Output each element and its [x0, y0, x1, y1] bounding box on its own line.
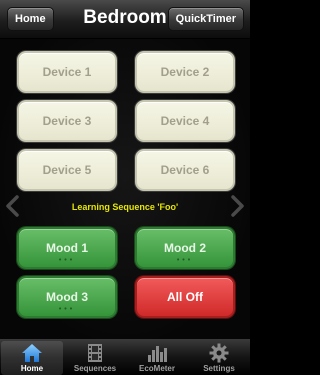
- mood-label: Mood 1: [46, 241, 88, 255]
- device-5-button[interactable]: Device 5: [17, 149, 117, 191]
- device-4-button[interactable]: Device 4: [135, 100, 235, 142]
- device-label: Device 5: [42, 163, 92, 177]
- learning-status-text: Learning Sequence 'Foo': [71, 202, 179, 212]
- device-label: Device 3: [42, 114, 92, 128]
- mood-label: Mood 2: [164, 241, 206, 255]
- mood-label: Mood 3: [46, 290, 88, 304]
- mood-1-button[interactable]: Mood 1 •••: [17, 227, 117, 269]
- mood-2-button[interactable]: Mood 2 •••: [135, 227, 235, 269]
- quicktimer-button[interactable]: QuickTimer: [167, 7, 244, 31]
- navigation-bar: Home Bedroom QuickTimer: [0, 0, 250, 39]
- device-6-button[interactable]: Device 6: [135, 149, 235, 191]
- tab-label: EcoMeter: [138, 364, 175, 373]
- indicator-dots: •••: [58, 257, 76, 264]
- device-1-button[interactable]: Device 1: [17, 51, 117, 93]
- tab-sequences[interactable]: Sequences: [64, 339, 126, 375]
- tab-ecometer[interactable]: EcoMeter: [126, 339, 188, 375]
- tab-bar: Home Sequences EcoMeter Settings: [0, 339, 250, 375]
- gear-icon: [209, 343, 229, 363]
- all-off-button[interactable]: All Off: [135, 276, 235, 318]
- indicator-dots: •••: [58, 306, 76, 313]
- tab-label: Settings: [203, 364, 235, 373]
- chevron-right-icon: [231, 195, 244, 217]
- tab-label: Home: [20, 364, 44, 373]
- all-off-label: All Off: [167, 290, 203, 304]
- device-label: Device 6: [160, 163, 210, 177]
- tab-home[interactable]: Home: [1, 341, 63, 375]
- tab-settings[interactable]: Settings: [188, 339, 250, 375]
- bar-chart-icon: [148, 346, 167, 362]
- device-3-button[interactable]: Device 3: [17, 100, 117, 142]
- tab-label: Sequences: [73, 364, 117, 373]
- film-icon: [88, 344, 102, 362]
- home-icon: [22, 344, 42, 362]
- device-2-button[interactable]: Device 2: [135, 51, 235, 93]
- next-page-arrow[interactable]: [228, 195, 246, 217]
- mood-3-button[interactable]: Mood 3 •••: [17, 276, 117, 318]
- device-label: Device 1: [42, 65, 92, 79]
- device-label: Device 2: [160, 65, 210, 79]
- device-label: Device 4: [160, 114, 210, 128]
- room-control-panel: Device 1 Device 2 Device 3 Device 4 Devi…: [0, 39, 250, 340]
- indicator-dots: •••: [176, 257, 194, 264]
